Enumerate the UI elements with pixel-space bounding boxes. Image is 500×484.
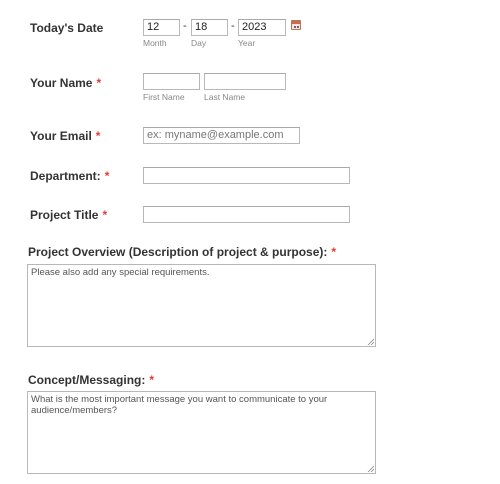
resize-grip-icon[interactable]	[367, 338, 374, 345]
concept-placeholder: What is the most important message you w…	[31, 394, 328, 416]
date-separator: -	[183, 20, 187, 32]
overview-placeholder: Please also add any special requirements…	[31, 267, 210, 278]
required-marker: *	[96, 76, 102, 90]
project-title-label: Project Title *	[30, 208, 108, 222]
last-name-sublabel: Last Name	[204, 92, 246, 102]
date-separator: -	[231, 20, 235, 32]
department-label: Department: *	[30, 169, 110, 183]
concept-textarea[interactable]: What is the most important message you w…	[27, 391, 376, 474]
required-marker: *	[104, 169, 110, 183]
overview-label: Project Overview (Description of project…	[28, 245, 337, 259]
calendar-icon[interactable]	[291, 20, 301, 30]
year-sublabel: Year	[238, 38, 256, 48]
concept-label: Concept/Messaging: *	[28, 373, 155, 387]
date-label: Today's Date	[30, 21, 104, 35]
overview-textarea[interactable]: Please also add any special requirements…	[27, 264, 376, 347]
name-label: Your Name *	[30, 76, 102, 90]
required-marker: *	[95, 129, 101, 143]
required-marker: *	[331, 245, 337, 259]
email-label: Your Email *	[30, 129, 101, 143]
email-input[interactable]: ex: myname@example.com	[143, 127, 300, 144]
last-name-input[interactable]	[204, 73, 286, 90]
project-title-input[interactable]	[143, 206, 350, 223]
day-sublabel: Day	[191, 38, 207, 48]
department-input[interactable]	[143, 167, 350, 184]
first-name-sublabel: First Name	[143, 92, 185, 102]
required-marker: *	[149, 373, 155, 387]
required-marker: *	[102, 208, 108, 222]
day-input[interactable]: 18	[191, 19, 228, 36]
year-input[interactable]: 2023	[238, 19, 286, 36]
resize-grip-icon[interactable]	[367, 465, 374, 472]
month-input[interactable]: 12	[143, 19, 180, 36]
month-sublabel: Month	[143, 38, 167, 48]
first-name-input[interactable]	[143, 73, 200, 90]
